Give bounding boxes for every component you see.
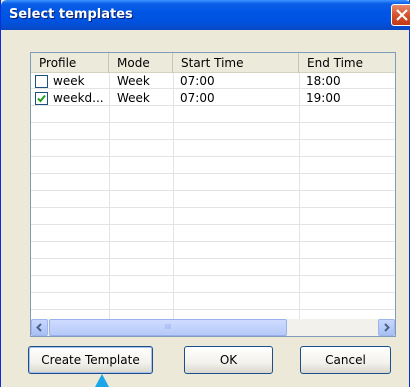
close-icon	[396, 9, 408, 21]
profile-cell: weekd...	[53, 91, 104, 105]
ok-button[interactable]: OK	[184, 346, 273, 374]
column-header-start-time[interactable]: Start Time	[173, 53, 299, 73]
empty-row	[31, 277, 395, 293]
row-checkbox[interactable]	[35, 92, 48, 105]
cancel-button[interactable]: Cancel	[300, 346, 391, 374]
empty-row	[31, 192, 395, 208]
table-row[interactable]: week Week 07:00 18:00	[31, 73, 395, 89]
scroll-thumb[interactable]: III	[49, 319, 287, 336]
end-time-cell: 19:00	[306, 91, 341, 105]
mode-cell: Week	[117, 91, 150, 105]
column-header-end-time[interactable]: End Time	[299, 53, 395, 73]
column-header-mode[interactable]: Mode	[109, 53, 173, 73]
empty-row	[31, 124, 395, 140]
templates-list[interactable]: Profile Mode Start Time End Time week We…	[30, 52, 396, 337]
start-time-cell: 07:00	[180, 91, 215, 105]
checkmark-icon	[37, 94, 46, 103]
column-header-profile[interactable]: Profile	[31, 53, 109, 73]
empty-row	[31, 107, 395, 123]
empty-row	[31, 158, 395, 174]
empty-row	[31, 243, 395, 259]
create-template-button[interactable]: Create Template	[28, 346, 153, 374]
empty-row	[31, 209, 395, 225]
start-time-cell: 07:00	[180, 74, 215, 88]
chevron-left-icon	[36, 323, 42, 332]
scroll-grip: III	[164, 323, 172, 331]
empty-row	[31, 141, 395, 157]
horizontal-scrollbar[interactable]: III	[31, 319, 395, 336]
window-title: Select templates	[9, 7, 133, 22]
empty-row	[31, 260, 395, 276]
empty-row	[31, 294, 395, 310]
list-header: Profile Mode Start Time End Time	[31, 53, 395, 73]
chevron-right-icon	[384, 323, 390, 332]
table-row[interactable]: weekd... Week 07:00 19:00	[31, 90, 395, 106]
close-button[interactable]	[391, 4, 410, 26]
empty-row	[31, 175, 395, 191]
end-time-cell: 18:00	[306, 74, 341, 88]
scroll-left-button[interactable]	[31, 319, 48, 336]
scroll-right-button[interactable]	[378, 319, 395, 336]
empty-row	[31, 226, 395, 242]
dialog-window: Select templates Profile Mode Start Time…	[0, 0, 410, 387]
mode-cell: Week	[117, 74, 150, 88]
title-bar[interactable]: Select templates	[1, 0, 410, 30]
profile-cell: week	[53, 74, 85, 88]
row-checkbox[interactable]	[35, 75, 48, 88]
mouse-cursor-icon	[95, 374, 109, 387]
